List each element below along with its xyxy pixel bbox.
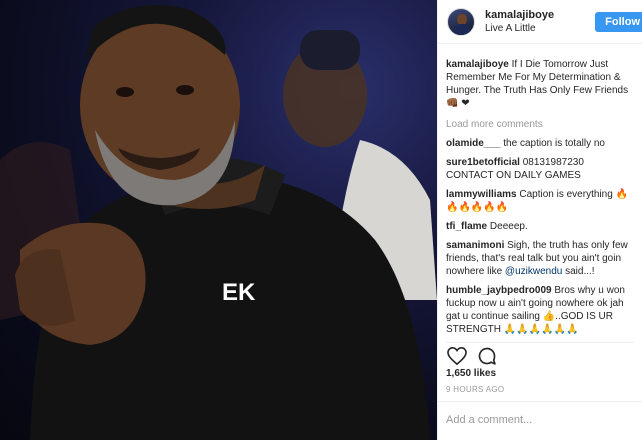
comment-username[interactable]: humble_jaybpedro009 — [446, 285, 552, 296]
comment-mention-link[interactable]: @uzikwendu — [505, 266, 562, 277]
comment-icon[interactable] — [476, 345, 498, 367]
post-side-panel: kamalajiboye Live A Little Follow kamala… — [437, 0, 642, 440]
comment-text: the caption is totally no — [503, 138, 605, 149]
comment: humble_jaybpedro009 Bros why u won fucku… — [446, 284, 634, 336]
comment: lammywilliams Caption is everything 🔥🔥🔥🔥… — [446, 188, 634, 214]
comment: olamide___ the caption is totally no — [446, 137, 634, 150]
post-timestamp[interactable]: 9 HOURS AGO — [446, 385, 504, 394]
post-location[interactable]: Live A Little — [485, 22, 554, 36]
post-photo[interactable]: EK — [0, 0, 437, 440]
comment-username[interactable]: lammywilliams — [446, 189, 517, 200]
comment: sure1betofficial 08131987230 CONTACT ON … — [446, 156, 634, 182]
comment: tfi_flame Deeeep. — [446, 220, 634, 233]
comment-text: said...! — [562, 266, 595, 277]
comment-username[interactable]: samanimoni — [446, 240, 504, 251]
post-caption: kamalajiboye If I Die Tomorrow Just Reme… — [446, 58, 634, 110]
heart-icon[interactable] — [446, 345, 468, 367]
photo-illustration: EK — [0, 5, 437, 440]
follow-button[interactable]: Follow — [595, 12, 642, 32]
comment-username[interactable]: olamide___ — [446, 138, 500, 149]
load-more-comments-link[interactable]: Load more comments — [446, 118, 634, 131]
comments-list: kamalajiboye If I Die Tomorrow Just Reme… — [438, 44, 642, 342]
comment-text: Deeeep. — [489, 221, 528, 232]
post-actions — [446, 342, 634, 367]
post-header: kamalajiboye Live A Little Follow — [438, 0, 642, 44]
comment: samanimoni Sigh, the truth has only few … — [446, 239, 634, 278]
caption-username[interactable]: kamalajiboye — [446, 59, 509, 70]
add-comment-input[interactable]: Add a comment... — [438, 401, 642, 440]
comment-username[interactable]: sure1betofficial — [446, 157, 520, 168]
comment-username[interactable]: tfi_flame — [446, 221, 487, 232]
likes-count[interactable]: 1,650 likes — [446, 368, 496, 379]
avatar[interactable] — [447, 7, 475, 36]
post-username[interactable]: kamalajiboye — [485, 8, 554, 22]
hoodie-logo: EK — [222, 279, 256, 306]
